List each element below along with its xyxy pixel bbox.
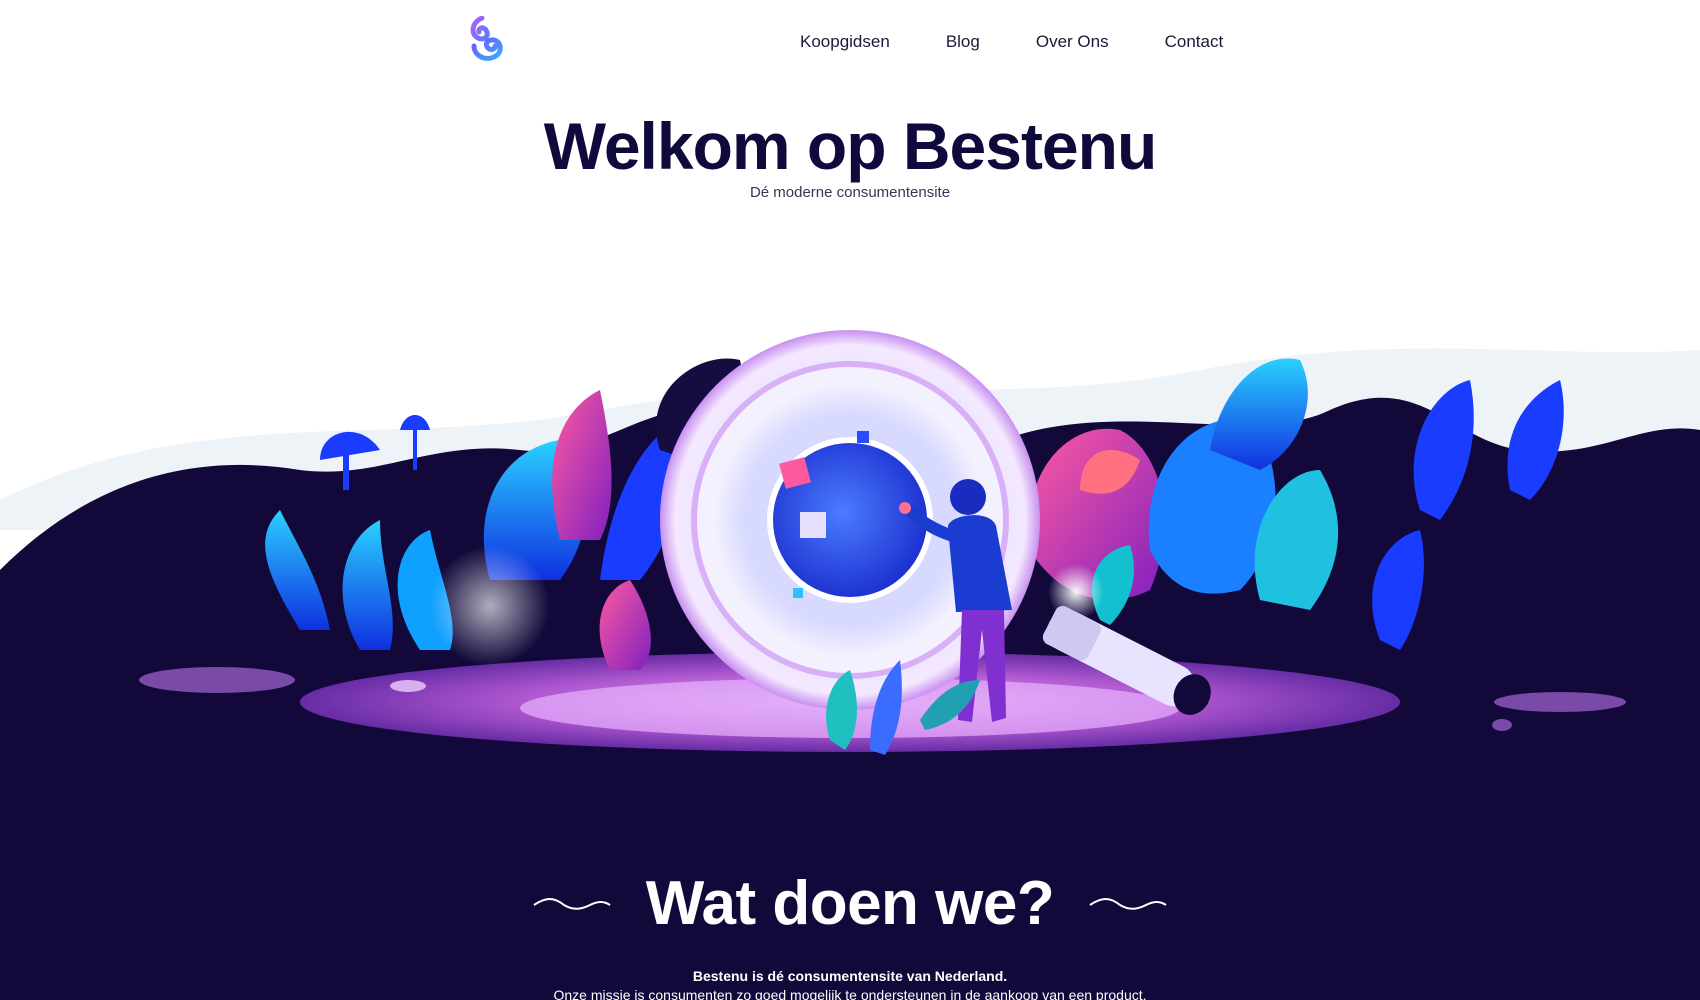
nav-item-blog[interactable]: Blog	[946, 32, 980, 52]
nav-item-koopgidsen[interactable]: Koopgidsen	[800, 32, 890, 52]
hero-subtitle: Dé moderne consumentensite	[749, 184, 951, 201]
hero-illustration	[0, 330, 1700, 830]
section-header: Wat doen we?	[0, 868, 1700, 939]
about-intro: Bestenu is dé consumentensite van Nederl…	[692, 968, 1008, 984]
hero-title: Welkom op Bestenu	[543, 109, 1158, 183]
nav-item-over-ons[interactable]: Over Ons	[1036, 32, 1109, 52]
bestenu-logo-icon[interactable]	[468, 16, 504, 62]
wave-decoration-icon	[1089, 897, 1167, 910]
about-text: Onze missie is consumenten zo goed mogel…	[553, 987, 1147, 1000]
page: Koopgidsen Blog Over Ons Contact Welkom …	[0, 0, 1700, 1000]
main-nav: Koopgidsen Blog Over Ons Contact	[800, 32, 1279, 52]
nav-item-contact[interactable]: Contact	[1165, 32, 1224, 52]
wave-decoration-icon	[533, 897, 611, 910]
site-header: Koopgidsen Blog Over Ons Contact	[0, 0, 1700, 86]
section-title: Wat doen we?	[645, 869, 1055, 938]
